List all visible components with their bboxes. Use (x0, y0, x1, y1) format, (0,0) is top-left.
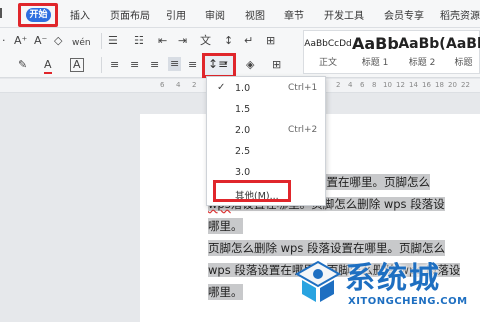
toolbar-separator (101, 57, 102, 73)
ruler-tick-label: 14 (409, 81, 418, 89)
increase-indent-icon[interactable]: ⇥ (178, 34, 187, 48)
style-preview: AaBb (352, 34, 399, 53)
font-grow-icon[interactable]: A⁺ (14, 34, 27, 48)
ruler-tick-label: 6 (160, 81, 165, 89)
watermark-text: 系统城 (345, 261, 441, 296)
styles-gallery: AaBbCcDd 正文 AaBb 标题 1 AaBb( 标题 2 AaBl 标题 (303, 30, 480, 74)
line-spacing-option-2-5[interactable]: 2.5 (207, 143, 325, 161)
highlight-color-icon[interactable]: ✎ (18, 58, 27, 72)
ruler-tick-label: 18 (435, 81, 444, 89)
line-spacing-option-1-0[interactable]: ✓ 1.0 Ctrl+1 (207, 80, 325, 98)
toolbar-separator (101, 33, 102, 49)
style-name: 标题 (454, 58, 473, 68)
style-preview: AaBb( (398, 36, 446, 52)
numbering-icon[interactable]: ☷ (134, 34, 144, 48)
ruler-tick-label: 12 (396, 81, 405, 89)
table-border-icon[interactable]: ⊞ (266, 34, 275, 48)
tab-section[interactable]: 章节 (284, 7, 304, 22)
chevron-down-icon: ▾ (224, 59, 228, 67)
sort-icon[interactable]: ↕ (224, 34, 233, 48)
tab-developer-tools[interactable]: 开发工具 (324, 7, 364, 22)
ruler-tick-label: 22 (461, 81, 470, 89)
style-name: 正文 (318, 58, 337, 68)
option-value: 2.5 (235, 146, 251, 157)
style-normal[interactable]: AaBbCcDd 正文 (304, 31, 352, 75)
tab-references[interactable]: 引用 (166, 7, 186, 22)
align-left-icon[interactable]: ≡ (110, 58, 119, 72)
ruler-tick-label: 4 (348, 81, 353, 89)
option-value: 1.5 (235, 104, 251, 115)
style-preview: AaBl (446, 36, 480, 52)
ruler-tick-label: 6 (360, 81, 365, 89)
style-name: 标题 1 (361, 58, 389, 68)
font-color-icon[interactable]: A (44, 58, 52, 74)
style-heading-1[interactable]: AaBb 标题 1 (352, 31, 399, 75)
option-value: 2.0 (235, 125, 251, 136)
line-spacing-option-1-5[interactable]: 1.5 (207, 101, 325, 119)
ruler-tick-label: 8 (372, 81, 377, 89)
tab-insert[interactable]: 插入 (70, 7, 90, 22)
char-border-icon[interactable]: A (70, 58, 84, 72)
align-center-icon[interactable]: ≡ (130, 58, 139, 72)
ruler-tick-label: 4 (176, 81, 181, 89)
style-title[interactable]: AaBl 标题 (446, 31, 480, 75)
tab-member-exclusive[interactable]: 会员专享 (384, 7, 424, 22)
shading-icon[interactable]: ◈ (246, 58, 254, 72)
toolbar-left-fragment: · (2, 34, 6, 47)
justify-icon[interactable]: ≡ (168, 57, 182, 71)
style-heading-2[interactable]: AaBb( 标题 2 (398, 31, 446, 75)
chinese-layout-icon[interactable]: 文 (200, 34, 211, 48)
word-processor-window: 开始 插入 页面布局 引用 审阅 视图 章节 开发工具 会员专享 稻壳资源 · … (0, 0, 480, 322)
tab-start[interactable]: 开始 (26, 8, 51, 22)
show-marks-icon[interactable]: ↵ (244, 34, 253, 48)
pinyin-guide-icon[interactable]: wén (72, 36, 91, 50)
option-value: 1.0 (235, 83, 251, 94)
font-shrink-icon[interactable]: A⁻ (34, 34, 47, 48)
ruler-tick-label: 2 (336, 81, 341, 89)
checkmark-icon: ✓ (217, 82, 226, 93)
ruler-tick-label: 10 (383, 81, 392, 89)
style-preview: AaBbCcDd (304, 39, 352, 49)
line-spacing-option-2-0[interactable]: 2.0 Ctrl+2 (207, 122, 325, 140)
style-name: 标题 2 (408, 58, 436, 68)
doc-line-6: 哪里。 (208, 284, 243, 300)
align-right-icon[interactable]: ≡ (150, 58, 159, 72)
line-spacing-button[interactable]: ↕≡ ▾ (202, 53, 236, 78)
option-shortcut: Ctrl+2 (288, 125, 318, 135)
tab-page-layout[interactable]: 页面布局 (110, 7, 150, 22)
tab-review[interactable]: 审阅 (205, 7, 225, 22)
other-option-highlight (213, 180, 291, 202)
option-value: 3.0 (235, 167, 251, 178)
ruler-tick-label: 16 (422, 81, 431, 89)
bullets-icon[interactable]: ☰ (108, 34, 118, 48)
tab-docer-resources[interactable]: 稻壳资源 (440, 7, 480, 22)
watermark-logo-icon (294, 260, 342, 302)
distribute-icon[interactable]: ≡ (188, 58, 197, 72)
window-edge-fragment (0, 8, 10, 18)
ruler-tick-label: 2 (192, 81, 197, 89)
option-shortcut: Ctrl+1 (288, 83, 318, 93)
tab-start-highlight[interactable]: 开始 (18, 3, 58, 27)
clear-format-icon[interactable]: ◇ (54, 34, 62, 48)
watermark-url: XITONGCHENG.COM (348, 296, 468, 307)
ruler-tick-label: 20 (448, 81, 457, 89)
ribbon-tab-bar: 开始 插入 页面布局 引用 审阅 视图 章节 开发工具 会员专享 稻壳资源 (0, 0, 480, 28)
tab-view[interactable]: 视图 (245, 7, 265, 22)
doc-line-3: 哪里。 (208, 218, 243, 234)
decrease-indent-icon[interactable]: ⇤ (158, 34, 167, 48)
borders-icon[interactable]: ⊞ (272, 58, 281, 72)
